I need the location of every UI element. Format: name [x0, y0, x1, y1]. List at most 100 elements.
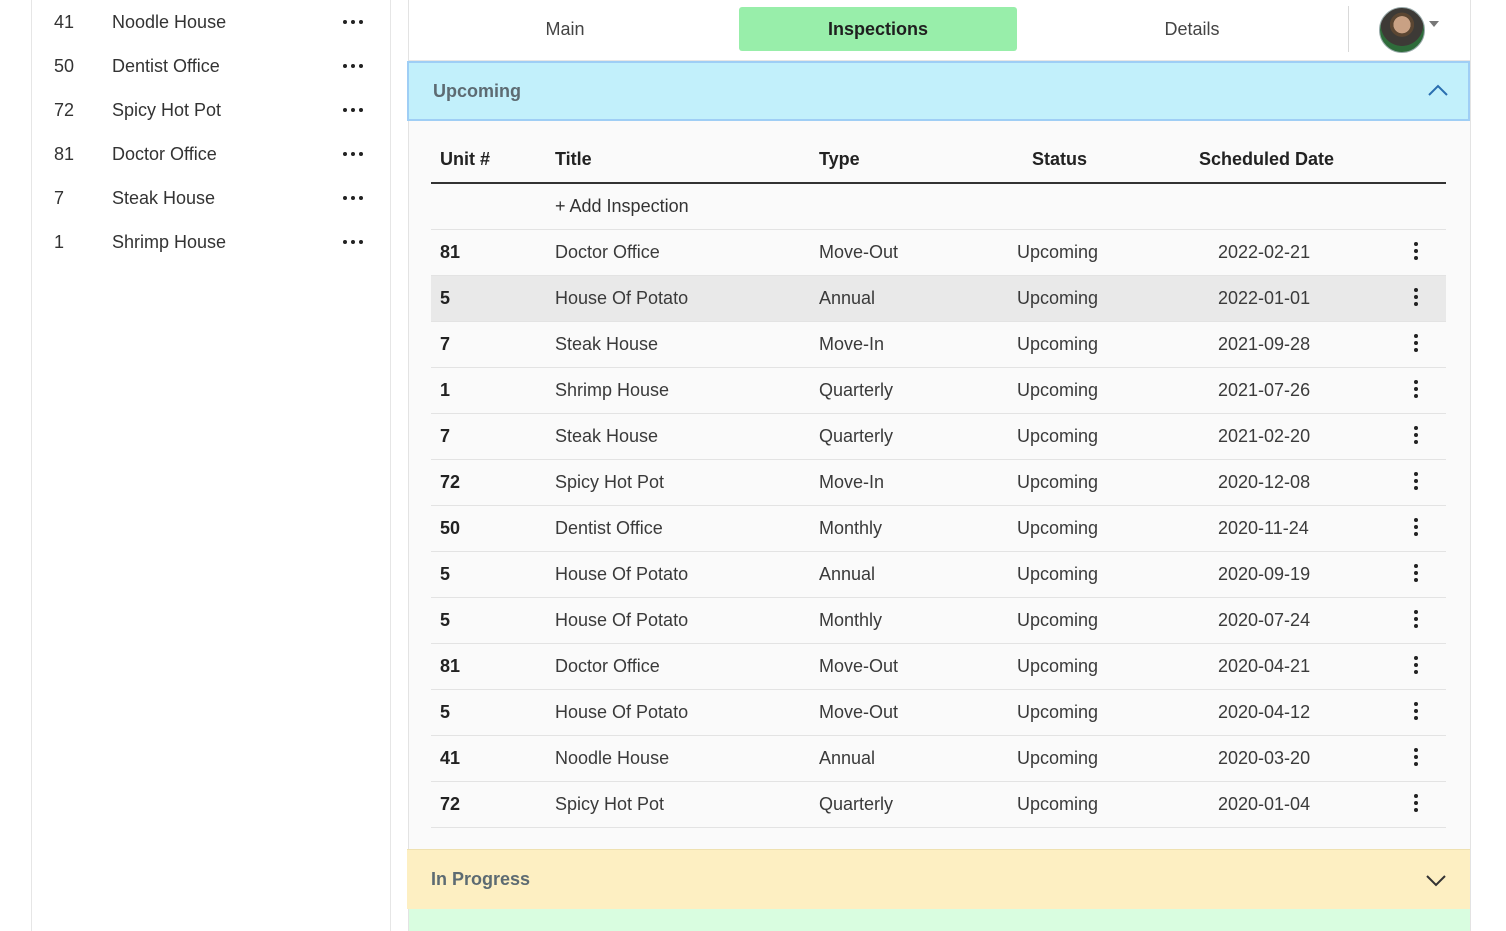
more-vertical-icon[interactable]	[1413, 334, 1419, 352]
table-row[interactable]: 81 Doctor Office Move-Out Upcoming 2022-02-2…	[431, 230, 1446, 276]
sidebar-item[interactable]: 50 Dentist Office	[32, 44, 390, 88]
chevron-up-icon[interactable]	[1427, 80, 1449, 102]
more-horizontal-icon[interactable]	[342, 144, 364, 164]
cell-status: Upcoming	[1017, 564, 1099, 584]
cell-status: Upcoming	[1017, 288, 1099, 308]
table-row[interactable]: 72 Spicy Hot Pot Move-In Upcoming 2020-12-08	[431, 460, 1446, 506]
tab-bar: Main Inspections Details	[409, 0, 1470, 61]
more-horizontal-icon[interactable]	[342, 232, 364, 252]
cell-title: House Of Potato	[555, 564, 689, 584]
cell-unit: 5	[440, 288, 451, 308]
cell-scheduled-date: 2020-04-21	[1218, 656, 1311, 676]
cell-title: Doctor Office	[555, 656, 660, 676]
cell-title: Doctor Office	[555, 242, 660, 262]
page: 41 Noodle House 50 Dentist Office 72 Spi…	[0, 0, 1506, 931]
section-header-in-progress[interactable]: In Progress	[407, 849, 1470, 909]
more-vertical-icon[interactable]	[1413, 748, 1419, 766]
tab-inspections[interactable]: Inspections	[739, 7, 1017, 51]
cell-title: Spicy Hot Pot	[555, 794, 665, 814]
table-row[interactable]: 5 House Of Potato Monthly Upcoming 2020-07-2…	[431, 598, 1446, 644]
column-header-scheduled-date[interactable]: Scheduled Date	[1199, 149, 1334, 170]
more-vertical-icon[interactable]	[1413, 610, 1419, 628]
table-row[interactable]: 41 Noodle House Annual Upcoming 2020-03-20	[431, 736, 1446, 782]
sidebar-item[interactable]: 81 Doctor Office	[32, 132, 390, 176]
next-section-header[interactable]	[409, 909, 1470, 931]
sidebar-item[interactable]: 72 Spicy Hot Pot	[32, 88, 390, 132]
cell-type: Move-Out	[819, 702, 899, 722]
table-row[interactable]: 1 Shrimp House Quarterly Upcoming 2021-07-26	[431, 368, 1446, 414]
more-horizontal-icon[interactable]	[342, 12, 364, 32]
cell-scheduled-date: 2022-02-21	[1218, 242, 1311, 262]
more-horizontal-icon[interactable]	[342, 188, 364, 208]
sidebar-item-unit: 50	[54, 55, 75, 76]
sidebar-item-unit: 81	[54, 143, 75, 164]
sidebar-item-title: Doctor Office	[112, 143, 217, 164]
more-vertical-icon[interactable]	[1413, 472, 1419, 490]
table-row[interactable]: 5 House Of Potato Move-Out Upcoming 2020-04-…	[431, 690, 1446, 736]
more-vertical-icon[interactable]	[1413, 518, 1419, 536]
cell-unit: 5	[440, 610, 451, 630]
more-vertical-icon[interactable]	[1413, 242, 1419, 260]
column-header-unit[interactable]: Unit #	[440, 149, 490, 170]
table-body: 81 Doctor Office Move-Out Upcoming 2022-02-2…	[431, 230, 1446, 828]
more-horizontal-icon[interactable]	[342, 100, 364, 120]
cell-scheduled-date: 2020-12-08	[1218, 472, 1311, 492]
column-header-status[interactable]: Status	[1032, 149, 1087, 170]
column-header-title[interactable]: Title	[555, 149, 592, 170]
chevron-down-icon[interactable]	[1425, 869, 1447, 891]
cell-title: Dentist Office	[555, 518, 663, 538]
cell-type: Annual	[819, 748, 876, 768]
table-row[interactable]: 5 House Of Potato Annual Upcoming 2022-01-01	[431, 276, 1446, 322]
cell-unit: 72	[440, 794, 461, 814]
more-vertical-icon[interactable]	[1413, 794, 1419, 812]
tab-main[interactable]: Main	[427, 7, 703, 51]
cell-title: House Of Potato	[555, 702, 689, 722]
cell-scheduled-date: 2020-11-24	[1218, 518, 1309, 538]
cell-title: House Of Potato	[555, 610, 689, 630]
sidebar-item-unit: 41	[54, 11, 75, 32]
cell-unit: 41	[440, 748, 461, 768]
sidebar-item-title: Steak House	[112, 187, 216, 208]
section-header-upcoming[interactable]: Upcoming	[407, 61, 1470, 121]
cell-title: Noodle House	[555, 748, 670, 768]
cell-scheduled-date: 2021-07-26	[1218, 380, 1311, 400]
cell-status: Upcoming	[1017, 472, 1099, 492]
more-vertical-icon[interactable]	[1413, 702, 1419, 720]
table-row[interactable]: 7 Steak House Quarterly Upcoming 2021-02-20	[431, 414, 1446, 460]
table-row[interactable]: 5 House Of Potato Annual Upcoming 2020-09-19	[431, 552, 1446, 598]
column-header-type[interactable]: Type	[819, 149, 860, 170]
cell-type: Quarterly	[819, 426, 894, 446]
cell-type: Move-In	[819, 334, 885, 354]
cell-status: Upcoming	[1017, 242, 1099, 262]
more-vertical-icon[interactable]	[1413, 380, 1419, 398]
cell-type: Quarterly	[819, 794, 894, 814]
table-row[interactable]: 81 Doctor Office Move-Out Upcoming 2020-04-2…	[431, 644, 1446, 690]
sidebar-item-title: Shrimp House	[112, 231, 227, 252]
more-vertical-icon[interactable]	[1413, 564, 1419, 582]
cell-type: Move-In	[819, 472, 885, 492]
table-row[interactable]: 50 Dentist Office Monthly Upcoming 2020-11-2…	[431, 506, 1446, 552]
sidebar-item[interactable]: 41 Noodle House	[32, 0, 390, 44]
cell-status: Upcoming	[1017, 748, 1099, 768]
table-header: Unit # Title Type Status Scheduled Date	[431, 136, 1446, 184]
table-row[interactable]: 7 Steak House Move-In Upcoming 2021-09-28	[431, 322, 1446, 368]
sidebar-item[interactable]: 1 Shrimp House	[32, 220, 390, 264]
add-inspection-button[interactable]: + Add Inspection	[555, 196, 689, 217]
caret-down-icon[interactable]	[1429, 21, 1439, 27]
table-row[interactable]: 72 Spicy Hot Pot Quarterly Upcoming 2020-01-…	[431, 782, 1446, 828]
cell-scheduled-date: 2020-09-19	[1218, 564, 1311, 584]
more-vertical-icon[interactable]	[1413, 656, 1419, 674]
cell-status: Upcoming	[1017, 334, 1099, 354]
tab-details[interactable]: Details	[1053, 7, 1331, 51]
cell-unit: 5	[440, 564, 451, 584]
cell-type: Quarterly	[819, 380, 894, 400]
more-horizontal-icon[interactable]	[342, 56, 364, 76]
more-vertical-icon[interactable]	[1413, 426, 1419, 444]
cell-status: Upcoming	[1017, 702, 1099, 722]
tab-divider	[1348, 6, 1349, 52]
more-vertical-icon[interactable]	[1413, 288, 1419, 306]
cell-scheduled-date: 2021-09-28	[1218, 334, 1311, 354]
main-panel: Main Inspections Details Upcoming Unit #…	[407, 0, 1471, 931]
sidebar-item[interactable]: 7 Steak House	[32, 176, 390, 220]
user-avatar[interactable]	[1379, 7, 1425, 53]
